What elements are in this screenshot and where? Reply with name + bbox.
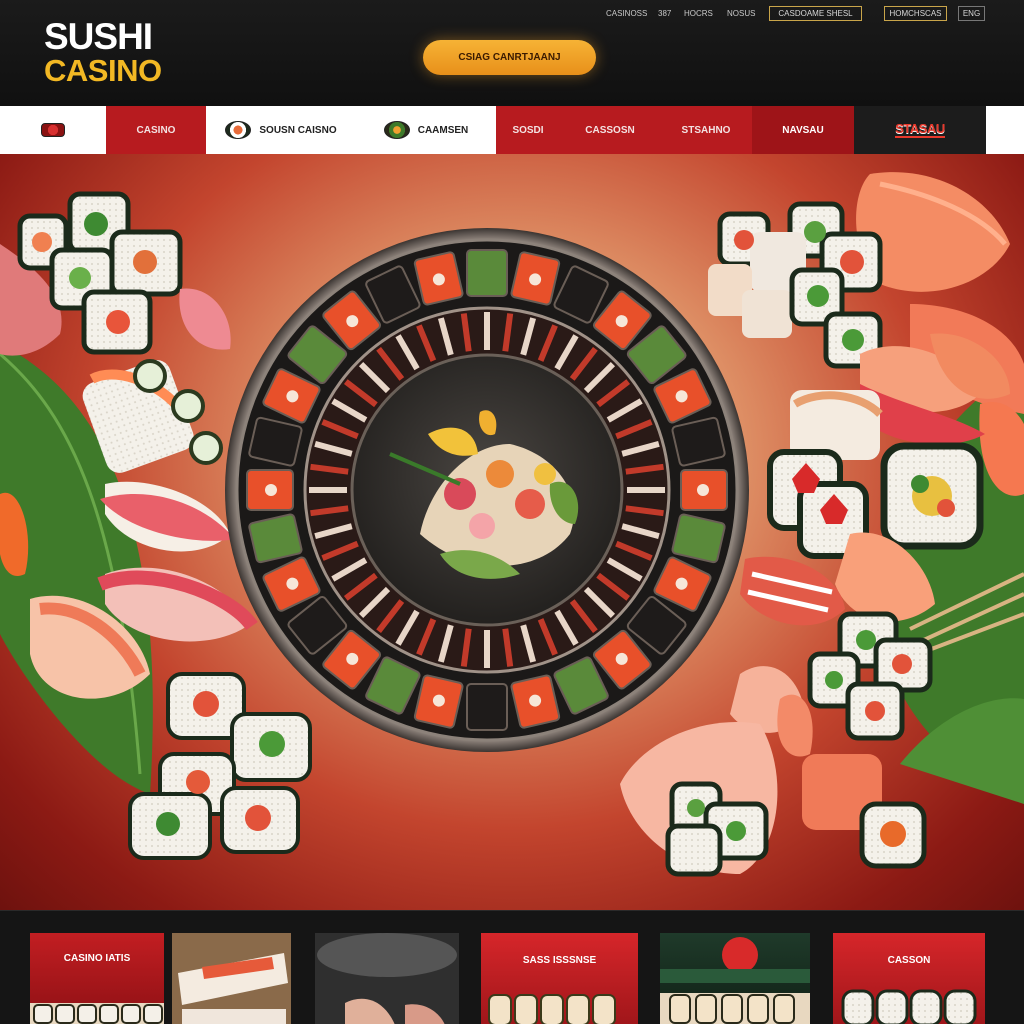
game-card-title: SASS ISSSNSE: [522, 955, 597, 966]
game-card[interactable]: [660, 933, 810, 1024]
top-link[interactable]: CASINOSS: [606, 9, 647, 18]
nav-item-label: SOUSN CAISNO: [259, 124, 337, 136]
nav-item-label: CASSOSN: [585, 124, 635, 136]
nav-item-brand[interactable]: STASAU: [854, 106, 986, 154]
sushi-roll-thumbnail: [488, 994, 616, 1024]
main-navigation: CASINO SOUSN CAISNO CAAMSEN SOSDI CASSOS…: [0, 106, 1024, 154]
top-link[interactable]: NOSUS: [727, 9, 755, 18]
hero-banner: [0, 154, 1024, 910]
game-card-title: CASSON: [887, 955, 931, 966]
game-card[interactable]: CASINO IATIS: [30, 933, 164, 1024]
roulette-slot: [466, 683, 508, 731]
sushi-casino-page: SUSHI CASINO CASINOSS 387 HOCRS NOSUS CA…: [0, 0, 1024, 1024]
nav-item-label: SOSDI: [512, 124, 544, 136]
nav-brand-label: STASAU: [895, 121, 945, 138]
nav-item-sushi-casino[interactable]: SOUSN CAISNO: [206, 106, 356, 154]
featured-games-row: CASINO IATIS SASS ISSSNSE CASSON: [0, 910, 1024, 1024]
nav-item-label: CASINO: [136, 124, 176, 136]
nav-item-label: NAVSAU: [782, 124, 824, 136]
roulette-slot: [680, 469, 728, 511]
nav-item-promotions[interactable]: STSAHNO: [660, 106, 752, 154]
game-card[interactable]: SASS ISSSNSE: [481, 933, 638, 1024]
site-logo[interactable]: SUSHI CASINO: [44, 18, 162, 86]
login-button[interactable]: HOMCHSCAS: [884, 6, 947, 21]
game-card-title: CASINO IATIS: [63, 953, 131, 964]
game-card[interactable]: [315, 933, 459, 1024]
tuna-nigiri-icon: [41, 123, 65, 137]
nav-item-home[interactable]: [0, 106, 106, 154]
nav-item-live-casino[interactable]: CASSOSN: [560, 106, 660, 154]
nav-item-games[interactable]: CAAMSEN: [356, 106, 496, 154]
logo-text-sushi: SUSHI: [44, 16, 153, 57]
game-card[interactable]: [172, 933, 291, 1024]
play-now-button[interactable]: CSIAG CANRTJAANJ: [423, 40, 596, 75]
roulette-slot: [466, 249, 508, 297]
sushi-roulette-wheel[interactable]: [225, 228, 749, 752]
nav-item-slots[interactable]: SOSDI: [496, 106, 560, 154]
site-header: SUSHI CASINO CASINOSS 387 HOCRS NOSUS CA…: [0, 0, 1024, 106]
nav-item-extra[interactable]: [986, 106, 1024, 154]
top-link[interactable]: HOCRS: [684, 9, 713, 18]
account-button[interactable]: CASDOAME SHESL: [769, 6, 862, 21]
roulette-slot: [246, 469, 294, 511]
sushi-roll-thumbnail: [30, 1003, 164, 1024]
nav-item-label: CAAMSEN: [417, 124, 469, 136]
game-card[interactable]: CASSON: [833, 933, 985, 1024]
language-selector[interactable]: ENG: [958, 6, 985, 21]
nav-item-label: STSAHNO: [681, 124, 731, 136]
right-maki-rolls: [708, 201, 883, 369]
top-link[interactable]: 387: [658, 9, 671, 18]
roulette-table-thumbnail: [315, 933, 459, 1024]
nav-item-vip[interactable]: NAVSAU: [752, 106, 854, 154]
maki-roll-icon: [225, 121, 252, 139]
sushi-bar-thumbnail: [660, 937, 810, 1024]
logo-text-casino: CASINO: [44, 53, 162, 88]
maki-roll-stack: [128, 672, 312, 860]
sushi-platter-thumbnail: [172, 933, 291, 1024]
avocado-roll-icon: [383, 121, 410, 139]
maki-roll-thumbnail: [841, 989, 977, 1024]
hero-illustration: [0, 172, 1024, 877]
nav-item-casino[interactable]: CASINO: [106, 106, 206, 154]
